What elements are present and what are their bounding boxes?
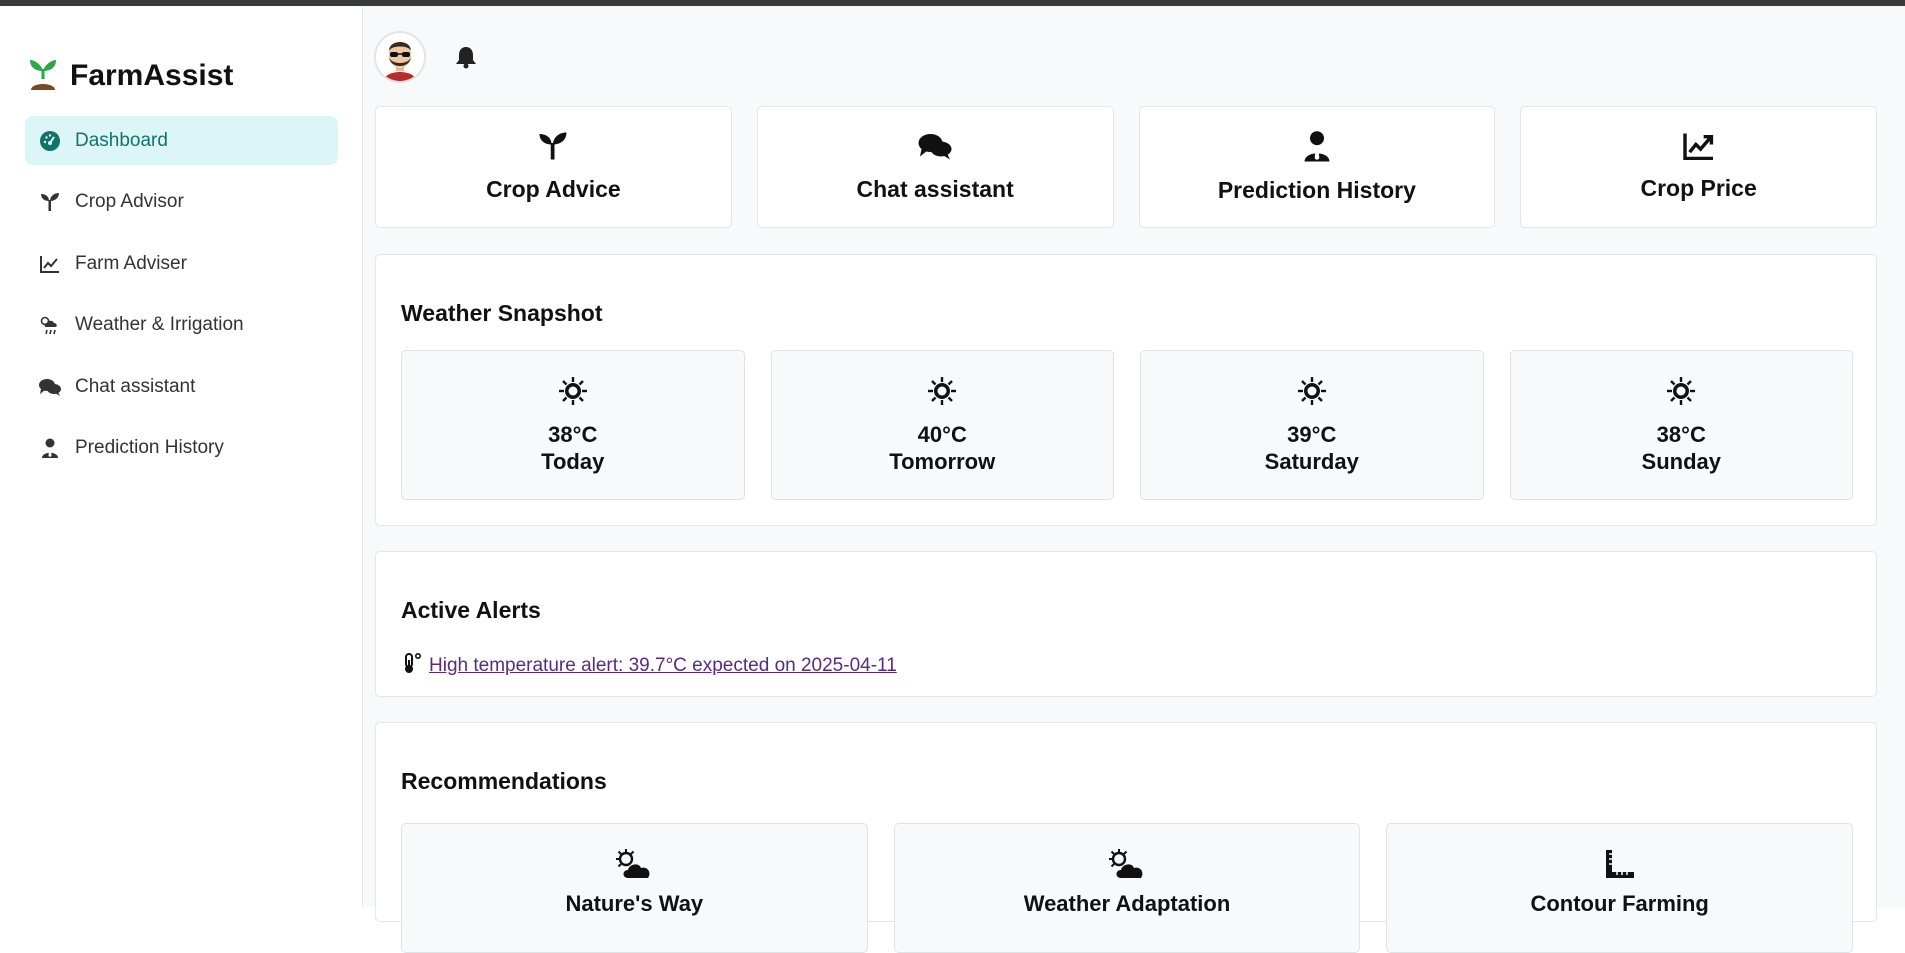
bell-icon[interactable] xyxy=(448,39,484,75)
cloud-sun-rain-icon xyxy=(37,312,63,338)
cloud-sun-icon xyxy=(1107,848,1147,885)
chart-line-icon xyxy=(37,251,63,277)
recommendation-cards: Nature's Way Weather Adaptation Contour … xyxy=(401,823,1853,953)
sidebar-nav: Dashboard Crop Advisor Farm Adviser Weat… xyxy=(25,116,338,485)
sidebar-item-prediction-history[interactable]: Prediction History xyxy=(25,424,338,473)
weather-temp: 38°C xyxy=(1656,421,1706,447)
sun-icon xyxy=(927,376,957,411)
weather-temp: 40°C xyxy=(917,421,967,447)
seedling-icon xyxy=(37,189,63,215)
quick-card-label: Chat assistant xyxy=(856,176,1014,202)
gauge-icon xyxy=(37,128,63,154)
sidebar-item-label: Weather & Irrigation xyxy=(75,314,244,335)
weather-snapshot: Weather Snapshot 38°C Today 40°C Tomorro… xyxy=(375,254,1877,526)
sidebar-item-label: Farm Adviser xyxy=(75,252,187,274)
alert-item: High temperature alert: 39.7°C expected … xyxy=(401,652,897,679)
quick-card-chat-assistant[interactable]: Chat assistant xyxy=(756,106,1114,228)
sidebar-item-label: Prediction History xyxy=(75,437,224,458)
thermometer-icon xyxy=(401,652,423,679)
sidebar-item-label: Dashboard xyxy=(75,129,168,151)
recommendation-card[interactable]: Contour Farming xyxy=(1386,823,1853,953)
quick-card-crop-advice[interactable]: Crop Advice xyxy=(375,106,732,228)
main-content: Crop Advice Chat assistant Prediction Hi… xyxy=(364,6,1905,953)
header-bar xyxy=(374,31,484,83)
sidebar: FarmAssist Dashboard Crop Advisor Farm A… xyxy=(0,6,363,907)
user-tie-icon xyxy=(1303,130,1331,167)
sun-icon xyxy=(1297,376,1327,411)
quick-card-label: Crop Price xyxy=(1640,175,1757,201)
weather-day: Tomorrow xyxy=(889,448,996,474)
recommendation-label: Nature's Way xyxy=(565,891,704,916)
sidebar-item-chat-assistant[interactable]: Chat assistant xyxy=(25,362,338,411)
app-title: FarmAssist xyxy=(70,58,234,92)
cloud-sun-icon xyxy=(614,848,654,885)
quick-card-prediction-history[interactable]: Prediction History xyxy=(1138,106,1496,228)
quick-card-crop-price[interactable]: Crop Price xyxy=(1520,106,1877,228)
recommendation-label: Weather Adaptation xyxy=(1023,891,1231,916)
active-alerts: Active Alerts High temperature alert: 39… xyxy=(375,551,1877,697)
weather-day-card: 38°C Sunday xyxy=(1509,350,1853,500)
sidebar-item-label: Chat assistant xyxy=(75,375,196,397)
section-title: Active Alerts xyxy=(401,597,541,623)
weather-day-card: 38°C Today xyxy=(401,350,745,500)
weather-temp: 39°C xyxy=(1287,421,1337,447)
user-tie-icon xyxy=(37,435,63,461)
brand[interactable]: FarmAssist xyxy=(28,56,233,95)
recommendation-label: Contour Farming xyxy=(1530,891,1709,916)
recommendations: Recommendations Nature's Way Weather Ada… xyxy=(375,722,1877,953)
sun-icon xyxy=(558,376,588,411)
recommendation-card[interactable]: Weather Adaptation xyxy=(893,823,1361,953)
weather-day-card: 40°C Tomorrow xyxy=(770,350,1114,500)
weather-days: 38°C Today 40°C Tomorrow 39°C Saturday 3… xyxy=(401,350,1853,500)
comments-icon xyxy=(917,131,953,166)
comments-icon xyxy=(37,374,63,400)
weather-temp: 38°C xyxy=(548,421,598,447)
ruler-combined-icon xyxy=(1604,848,1636,885)
sidebar-item-label: Crop Advisor xyxy=(75,191,184,212)
weather-day: Today xyxy=(541,448,605,474)
sidebar-item-crop-advisor[interactable]: Crop Advisor xyxy=(25,178,338,227)
sun-icon xyxy=(1666,376,1696,411)
recommendation-card[interactable]: Nature's Way xyxy=(401,823,868,953)
alert-link[interactable]: High temperature alert: 39.7°C expected … xyxy=(429,655,897,677)
seedling-icon xyxy=(538,131,568,166)
chart-line-icon xyxy=(1682,132,1715,165)
quick-card-label: Prediction History xyxy=(1217,177,1416,203)
sidebar-item-weather-irrigation[interactable]: Weather & Irrigation xyxy=(25,301,338,350)
section-title: Weather Snapshot xyxy=(401,300,603,326)
sidebar-item-farm-adviser[interactable]: Farm Adviser xyxy=(25,239,338,288)
quick-card-label: Crop Advice xyxy=(486,176,621,202)
weather-day-card: 39°C Saturday xyxy=(1140,350,1484,500)
section-title: Recommendations xyxy=(401,768,607,794)
sprout-logo-icon xyxy=(28,56,58,95)
quick-actions: Crop Advice Chat assistant Prediction Hi… xyxy=(375,106,1877,228)
weather-day: Saturday xyxy=(1264,448,1359,474)
sidebar-item-dashboard[interactable]: Dashboard xyxy=(25,116,338,165)
avatar[interactable] xyxy=(374,31,426,83)
weather-day: Sunday xyxy=(1641,448,1721,474)
